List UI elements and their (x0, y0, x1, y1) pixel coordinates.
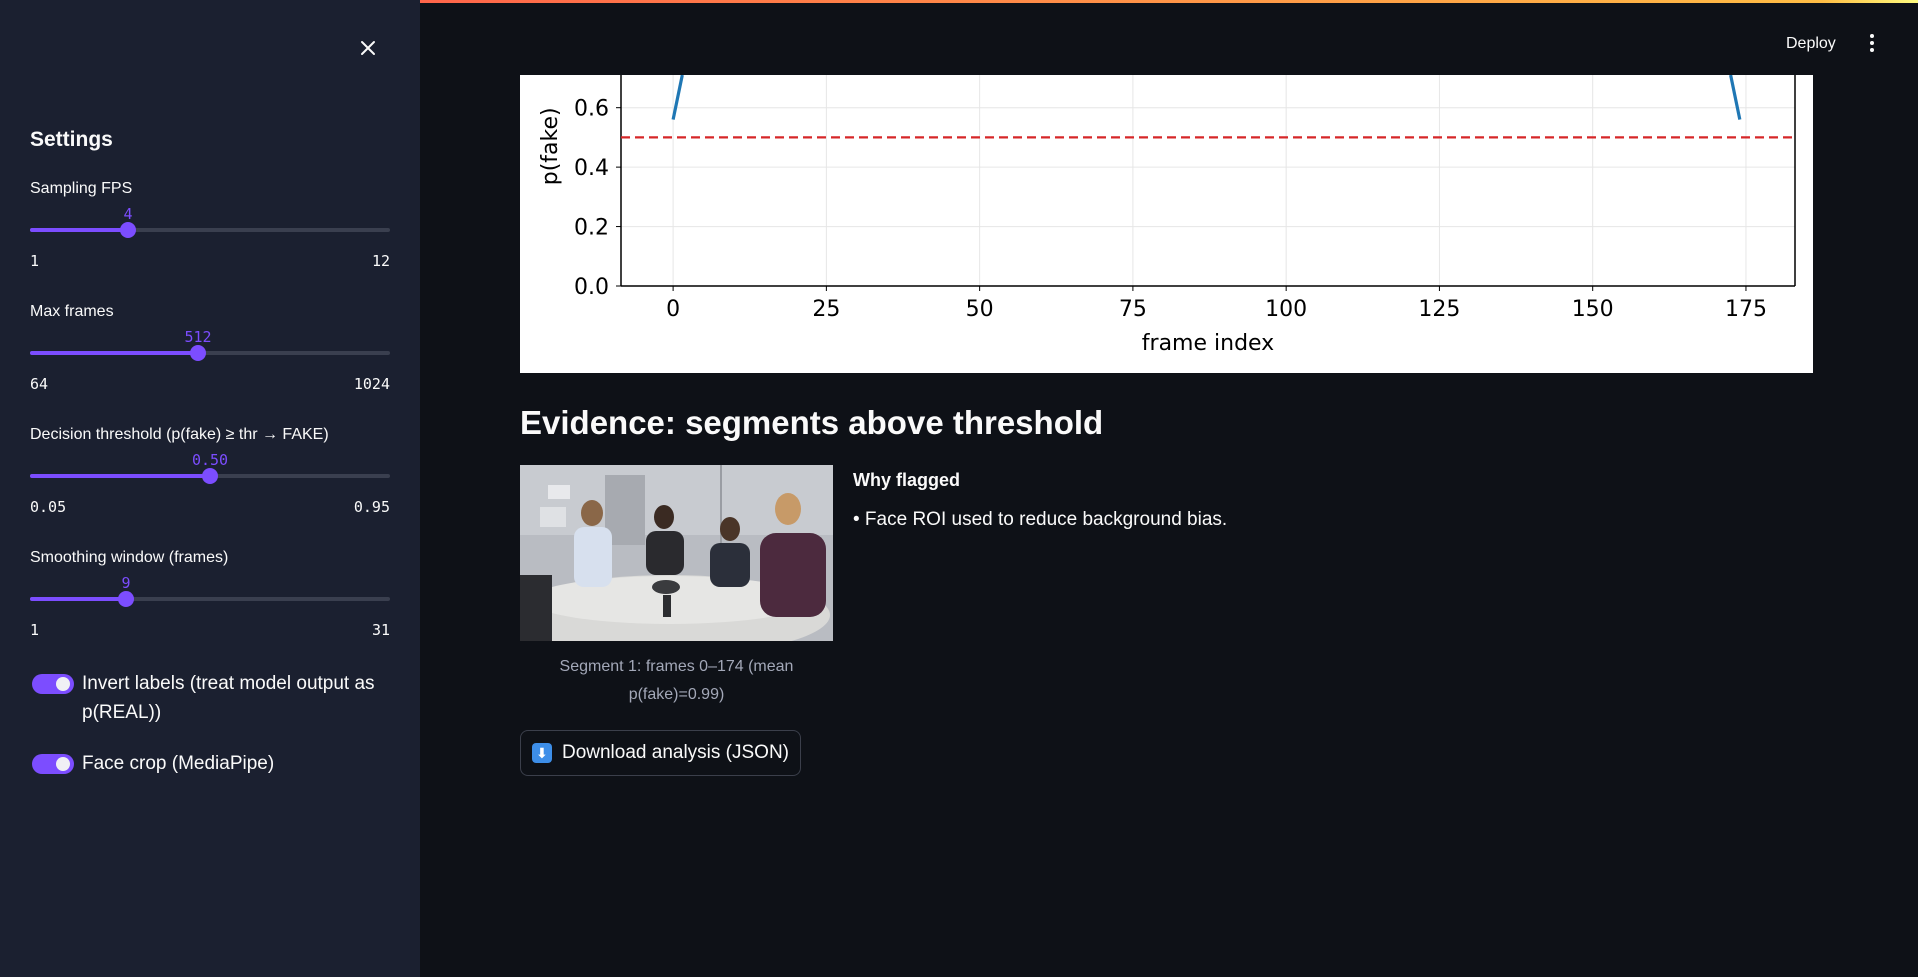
invert-labels-toggle[interactable] (32, 674, 74, 694)
y-tick-label: 0.2 (574, 216, 609, 241)
slider-value: 9 (121, 574, 131, 592)
why-flagged-title: Why flagged (853, 470, 960, 490)
face-crop-toggle-row: Face crop (MediaPipe) (32, 753, 392, 778)
slider-label: Smoothing window (frames) (30, 549, 229, 566)
smoothing-window-slider: Smoothing window (frames) 9 1 31 (30, 549, 390, 639)
slider-min: 1 (30, 252, 40, 270)
slider-fill (30, 351, 198, 355)
probability-chart: 0 25 50 75 100 125 150 175 0.0 0.2 0.4 0.6 frame ind… (520, 75, 1813, 373)
slider-thumb[interactable] (202, 468, 218, 484)
slider-min: 64 (30, 375, 49, 393)
slider-track[interactable] (30, 468, 390, 484)
slider-min: 1 (30, 621, 40, 639)
download-label: Download analysis (JSON) (561, 742, 790, 763)
sampling-fps-slider: Sampling FPS 4 1 12 (30, 180, 390, 270)
slider-label: Sampling FPS (30, 180, 133, 197)
slider-fill (30, 228, 128, 232)
segment-caption: Segment 1: frames 0–174 (mean p(fake)=0.… (559, 658, 794, 703)
sidebar: Settings Sampling FPS 4 1 12 Max frames … (0, 0, 420, 977)
why-flagged-item: • Face ROI used to reduce background bia… (853, 509, 1228, 530)
series-line (1729, 75, 1742, 120)
slider-max: 12 (371, 252, 390, 270)
slider-max: 1024 (353, 375, 390, 393)
decision-threshold-slider: Decision threshold (p(fake) ≥ thr → FAKE… (30, 426, 390, 516)
slider-label: Decision threshold (p(fake) ≥ thr → FAKE… (30, 426, 329, 443)
meeting-room-image (520, 465, 833, 641)
slider-max: 31 (371, 621, 390, 639)
slider-value: 4 (123, 205, 133, 223)
y-tick-label: 0.6 (574, 97, 609, 122)
series-line (671, 75, 684, 120)
chart-svg: 0 25 50 75 100 125 150 175 0.0 0.2 0.4 0.6 frame ind… (538, 75, 1796, 356)
y-tick-label: 0.0 (574, 275, 609, 300)
max-frames-slider: Max frames 512 64 1024 (30, 303, 390, 393)
slider-min: 0.05 (30, 498, 67, 516)
slider-value: 0.50 (191, 451, 229, 469)
close-sidebar-button[interactable] (351, 33, 385, 63)
x-axis-label: frame index (1142, 331, 1274, 356)
slider-max: 0.95 (353, 498, 390, 516)
close-icon (361, 41, 375, 55)
slider-fill (30, 474, 210, 478)
x-tick-label: 100 (1265, 297, 1307, 322)
x-tick-label: 75 (1119, 297, 1147, 322)
evidence-frame-thumbnail (520, 465, 833, 641)
download-analysis-button[interactable]: ⬇ Download analysis (JSON) (520, 730, 801, 776)
slider-label: Max frames (30, 303, 114, 320)
invert-labels-toggle-row: Invert labels (treat model output as p(R… (32, 673, 392, 727)
sidebar-title: Settings (30, 128, 113, 151)
y-tick-label: 0.4 (574, 156, 609, 181)
slider-thumb[interactable] (118, 591, 134, 607)
x-tick-label: 150 (1572, 297, 1614, 322)
slider-thumb[interactable] (190, 345, 206, 361)
toggle-label: Face crop (MediaPipe) (82, 753, 275, 774)
download-icon: ⬇ (531, 743, 552, 763)
deploy-button[interactable]: Deploy (1786, 35, 1836, 53)
y-axis-label: p(fake) (538, 107, 563, 185)
toggle-label: Invert labels (treat model output as p(R… (82, 673, 375, 723)
x-tick-label: 0 (666, 297, 680, 322)
slider-track[interactable] (30, 591, 390, 607)
x-tick-label: 175 (1725, 297, 1767, 322)
slider-track[interactable] (30, 222, 390, 238)
x-tick-label: 25 (812, 297, 840, 322)
slider-thumb[interactable] (120, 222, 136, 238)
slider-fill (30, 597, 126, 601)
x-tick-label: 50 (966, 297, 994, 322)
kebab-menu-icon (1864, 34, 1880, 52)
x-tick-label: 125 (1418, 297, 1460, 322)
face-crop-toggle[interactable] (32, 754, 74, 774)
main-menu-button[interactable] (1864, 34, 1880, 56)
evidence-heading: Evidence: segments above threshold (520, 404, 1104, 441)
slider-track[interactable] (30, 345, 390, 361)
slider-value: 512 (184, 328, 212, 346)
